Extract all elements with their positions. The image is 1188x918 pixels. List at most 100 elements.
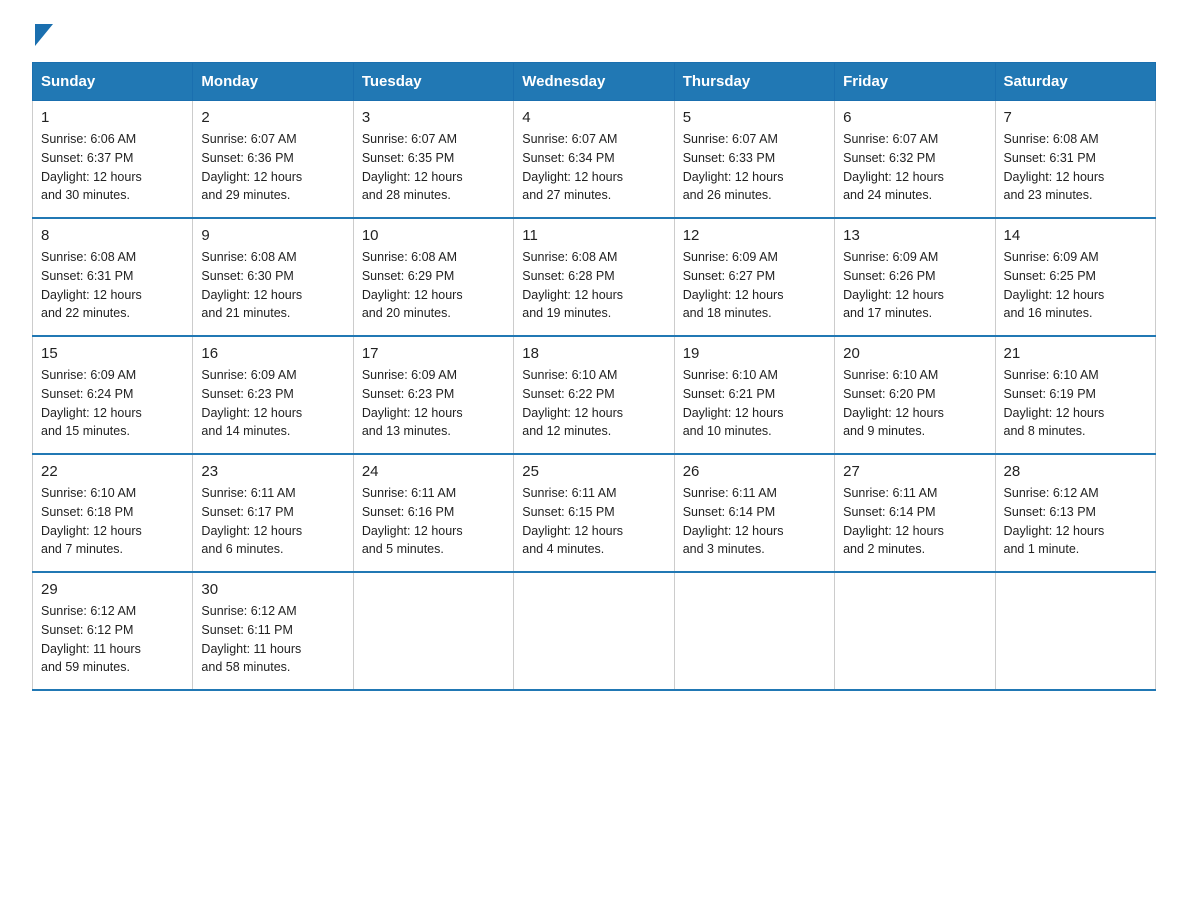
day-info: Sunrise: 6:12 AMSunset: 6:13 PMDaylight:…: [1004, 484, 1147, 559]
day-number: 19: [683, 345, 826, 362]
day-info: Sunrise: 6:11 AMSunset: 6:14 PMDaylight:…: [683, 484, 826, 559]
calendar-week-row: 1 Sunrise: 6:06 AMSunset: 6:37 PMDayligh…: [33, 101, 1156, 219]
day-info: Sunrise: 6:08 AMSunset: 6:31 PMDaylight:…: [41, 248, 184, 323]
calendar-header-row: Sunday Monday Tuesday Wednesday Thursday…: [33, 63, 1156, 101]
day-info: Sunrise: 6:09 AMSunset: 6:23 PMDaylight:…: [201, 366, 344, 441]
table-row: 9 Sunrise: 6:08 AMSunset: 6:30 PMDayligh…: [193, 218, 353, 336]
day-number: 8: [41, 227, 184, 244]
day-info: Sunrise: 6:09 AMSunset: 6:25 PMDaylight:…: [1004, 248, 1147, 323]
day-info: Sunrise: 6:08 AMSunset: 6:28 PMDaylight:…: [522, 248, 665, 323]
day-info: Sunrise: 6:09 AMSunset: 6:27 PMDaylight:…: [683, 248, 826, 323]
table-row: [995, 572, 1155, 690]
day-number: 11: [522, 227, 665, 244]
table-row: 28 Sunrise: 6:12 AMSunset: 6:13 PMDaylig…: [995, 454, 1155, 572]
table-row: 4 Sunrise: 6:07 AMSunset: 6:34 PMDayligh…: [514, 101, 674, 219]
table-row: 13 Sunrise: 6:09 AMSunset: 6:26 PMDaylig…: [835, 218, 995, 336]
day-info: Sunrise: 6:09 AMSunset: 6:26 PMDaylight:…: [843, 248, 986, 323]
table-row: 27 Sunrise: 6:11 AMSunset: 6:14 PMDaylig…: [835, 454, 995, 572]
day-number: 29: [41, 581, 184, 598]
day-number: 10: [362, 227, 505, 244]
day-info: Sunrise: 6:08 AMSunset: 6:31 PMDaylight:…: [1004, 130, 1147, 205]
day-number: 3: [362, 109, 505, 126]
day-info: Sunrise: 6:11 AMSunset: 6:15 PMDaylight:…: [522, 484, 665, 559]
table-row: 16 Sunrise: 6:09 AMSunset: 6:23 PMDaylig…: [193, 336, 353, 454]
day-number: 12: [683, 227, 826, 244]
table-row: 25 Sunrise: 6:11 AMSunset: 6:15 PMDaylig…: [514, 454, 674, 572]
table-row: 24 Sunrise: 6:11 AMSunset: 6:16 PMDaylig…: [353, 454, 513, 572]
day-info: Sunrise: 6:09 AMSunset: 6:24 PMDaylight:…: [41, 366, 184, 441]
page-header: [32, 24, 1156, 46]
table-row: 14 Sunrise: 6:09 AMSunset: 6:25 PMDaylig…: [995, 218, 1155, 336]
day-number: 23: [201, 463, 344, 480]
table-row: 15 Sunrise: 6:09 AMSunset: 6:24 PMDaylig…: [33, 336, 193, 454]
table-row: 30 Sunrise: 6:12 AMSunset: 6:11 PMDaylig…: [193, 572, 353, 690]
day-info: Sunrise: 6:10 AMSunset: 6:22 PMDaylight:…: [522, 366, 665, 441]
day-number: 7: [1004, 109, 1147, 126]
table-row: 22 Sunrise: 6:10 AMSunset: 6:18 PMDaylig…: [33, 454, 193, 572]
col-saturday: Saturday: [995, 63, 1155, 101]
day-info: Sunrise: 6:07 AMSunset: 6:35 PMDaylight:…: [362, 130, 505, 205]
logo: [32, 24, 53, 46]
day-info: Sunrise: 6:07 AMSunset: 6:33 PMDaylight:…: [683, 130, 826, 205]
table-row: 7 Sunrise: 6:08 AMSunset: 6:31 PMDayligh…: [995, 101, 1155, 219]
table-row: [353, 572, 513, 690]
calendar-week-row: 22 Sunrise: 6:10 AMSunset: 6:18 PMDaylig…: [33, 454, 1156, 572]
calendar-week-row: 8 Sunrise: 6:08 AMSunset: 6:31 PMDayligh…: [33, 218, 1156, 336]
col-thursday: Thursday: [674, 63, 834, 101]
day-number: 13: [843, 227, 986, 244]
day-number: 9: [201, 227, 344, 244]
day-number: 30: [201, 581, 344, 598]
day-info: Sunrise: 6:10 AMSunset: 6:18 PMDaylight:…: [41, 484, 184, 559]
table-row: 6 Sunrise: 6:07 AMSunset: 6:32 PMDayligh…: [835, 101, 995, 219]
day-info: Sunrise: 6:11 AMSunset: 6:14 PMDaylight:…: [843, 484, 986, 559]
table-row: 8 Sunrise: 6:08 AMSunset: 6:31 PMDayligh…: [33, 218, 193, 336]
table-row: 1 Sunrise: 6:06 AMSunset: 6:37 PMDayligh…: [33, 101, 193, 219]
table-row: 19 Sunrise: 6:10 AMSunset: 6:21 PMDaylig…: [674, 336, 834, 454]
table-row: 17 Sunrise: 6:09 AMSunset: 6:23 PMDaylig…: [353, 336, 513, 454]
day-number: 21: [1004, 345, 1147, 362]
table-row: 29 Sunrise: 6:12 AMSunset: 6:12 PMDaylig…: [33, 572, 193, 690]
day-number: 6: [843, 109, 986, 126]
day-number: 20: [843, 345, 986, 362]
day-number: 28: [1004, 463, 1147, 480]
table-row: 2 Sunrise: 6:07 AMSunset: 6:36 PMDayligh…: [193, 101, 353, 219]
table-row: 5 Sunrise: 6:07 AMSunset: 6:33 PMDayligh…: [674, 101, 834, 219]
table-row: 23 Sunrise: 6:11 AMSunset: 6:17 PMDaylig…: [193, 454, 353, 572]
day-number: 18: [522, 345, 665, 362]
day-info: Sunrise: 6:09 AMSunset: 6:23 PMDaylight:…: [362, 366, 505, 441]
day-info: Sunrise: 6:07 AMSunset: 6:34 PMDaylight:…: [522, 130, 665, 205]
day-number: 17: [362, 345, 505, 362]
day-number: 15: [41, 345, 184, 362]
day-info: Sunrise: 6:11 AMSunset: 6:16 PMDaylight:…: [362, 484, 505, 559]
day-number: 2: [201, 109, 344, 126]
table-row: [514, 572, 674, 690]
day-info: Sunrise: 6:07 AMSunset: 6:36 PMDaylight:…: [201, 130, 344, 205]
col-friday: Friday: [835, 63, 995, 101]
table-row: 3 Sunrise: 6:07 AMSunset: 6:35 PMDayligh…: [353, 101, 513, 219]
col-wednesday: Wednesday: [514, 63, 674, 101]
day-number: 27: [843, 463, 986, 480]
calendar-week-row: 29 Sunrise: 6:12 AMSunset: 6:12 PMDaylig…: [33, 572, 1156, 690]
table-row: [835, 572, 995, 690]
day-number: 1: [41, 109, 184, 126]
table-row: 21 Sunrise: 6:10 AMSunset: 6:19 PMDaylig…: [995, 336, 1155, 454]
day-info: Sunrise: 6:11 AMSunset: 6:17 PMDaylight:…: [201, 484, 344, 559]
table-row: 10 Sunrise: 6:08 AMSunset: 6:29 PMDaylig…: [353, 218, 513, 336]
table-row: 11 Sunrise: 6:08 AMSunset: 6:28 PMDaylig…: [514, 218, 674, 336]
table-row: 26 Sunrise: 6:11 AMSunset: 6:14 PMDaylig…: [674, 454, 834, 572]
day-number: 4: [522, 109, 665, 126]
table-row: 12 Sunrise: 6:09 AMSunset: 6:27 PMDaylig…: [674, 218, 834, 336]
col-monday: Monday: [193, 63, 353, 101]
table-row: 18 Sunrise: 6:10 AMSunset: 6:22 PMDaylig…: [514, 336, 674, 454]
col-sunday: Sunday: [33, 63, 193, 101]
day-number: 24: [362, 463, 505, 480]
day-number: 5: [683, 109, 826, 126]
day-info: Sunrise: 6:10 AMSunset: 6:19 PMDaylight:…: [1004, 366, 1147, 441]
day-info: Sunrise: 6:07 AMSunset: 6:32 PMDaylight:…: [843, 130, 986, 205]
day-info: Sunrise: 6:10 AMSunset: 6:20 PMDaylight:…: [843, 366, 986, 441]
calendar-table: Sunday Monday Tuesday Wednesday Thursday…: [32, 62, 1156, 691]
day-info: Sunrise: 6:12 AMSunset: 6:11 PMDaylight:…: [201, 602, 344, 677]
day-number: 16: [201, 345, 344, 362]
day-info: Sunrise: 6:12 AMSunset: 6:12 PMDaylight:…: [41, 602, 184, 677]
day-info: Sunrise: 6:08 AMSunset: 6:30 PMDaylight:…: [201, 248, 344, 323]
